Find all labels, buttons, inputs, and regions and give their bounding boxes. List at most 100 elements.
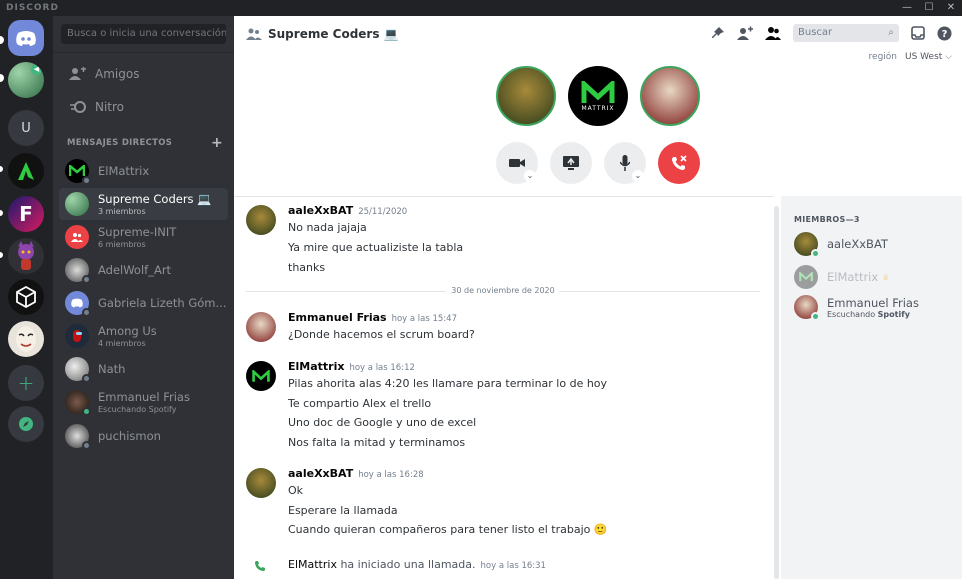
dm-item-among-us[interactable]: Among Us 4 miembros [59,320,228,352]
group-avatar [65,225,89,249]
call-participant-elmattrix[interactable]: MATTRIX [568,66,628,126]
call-participant-emmanuel[interactable] [640,66,700,126]
hang-up-button[interactable] [658,142,700,184]
member-elmattrix[interactable]: ElMattrix ♛ [794,265,889,289]
dm-item-elmattrix[interactable]: ElMattrix [59,155,228,187]
nitro-label: Nitro [95,100,125,114]
message-author[interactable]: aaleXxBAT [288,467,353,480]
speaker-icon: ◀ [31,64,42,75]
chevron-down-icon[interactable]: ⌄ [524,170,536,182]
divider [53,52,234,53]
message-timestamp: hoy a las 16:31 [480,561,546,571]
message-text: No nada jajaja [288,221,367,234]
create-dm-button[interactable]: + [211,136,223,150]
discord-logo-icon [71,298,83,308]
activity-app: Spotify [877,309,910,319]
channel-title: Supreme Coders 💻 [268,27,399,41]
activity-prefix: Escuchando [827,309,878,319]
chevron-down-icon[interactable]: ⌄ [632,170,644,182]
system-author[interactable]: ElMattrix [288,558,337,571]
friends-label: Amigos [95,67,140,81]
dm-item-gabriela[interactable]: Gabriela Lizeth Góm... [59,287,228,319]
minimize-button[interactable]: — [896,0,918,16]
message-list: aaleXxBAT 25/11/2020 No nada jajaja Ya mi… [234,196,774,579]
message-text: Cuando quieran compañeros para tener lis… [288,523,608,536]
maximize-button[interactable]: ☐ [918,0,940,16]
dm-name: Emmanuel Frias [98,390,190,404]
scrollbar[interactable] [774,206,779,579]
add-server-button[interactable]: + [8,365,44,401]
microphone-icon [620,155,630,171]
system-text: ha iniciado una llamada. [336,558,476,571]
crown-icon: ♛ [882,272,890,282]
message-author[interactable]: aaleXxBAT [288,204,353,217]
purple-character-server-icon[interactable] [8,238,44,274]
member-name: ElMattrix [827,270,879,284]
dm-item-nath[interactable]: Nath [59,353,228,385]
group-avatar [65,324,89,348]
nitro-icon [70,101,86,113]
avatar [65,258,91,284]
dm-item-adelwolf-art[interactable]: AdelWolf_Art [59,254,228,286]
home-selected-pip [0,36,4,44]
search-input[interactable]: Buscar ⌕ [793,24,899,42]
region-selector[interactable]: región US West ⌵ [869,52,952,62]
mute-button[interactable]: ⌄ [604,142,646,184]
pin-icon[interactable] [711,26,725,40]
date-divider-label: 30 de noviembre de 2020 [446,286,560,295]
inbox-icon[interactable] [911,26,925,40]
screen-share-button[interactable] [550,142,592,184]
region-value: US West [905,52,943,62]
dm-item-supreme-init[interactable]: Supreme-INIT 6 miembros [59,221,228,253]
chevron-down-icon: ⌵ [945,52,952,62]
region-label: región [868,52,897,62]
dm-search-input[interactable]: Busca o inicia una conversación [61,24,226,44]
unread-pip [0,166,3,172]
unity-server-icon[interactable] [8,279,44,315]
green-server-icon[interactable] [8,153,44,189]
member-list: MIEMBROS—3 aaleXxBAT ElMattrix ♛ Emmanue… [781,196,962,579]
friends-icon [69,67,86,80]
voice-server-icon[interactable]: ◀ [8,62,44,98]
message-author[interactable]: Emmanuel Frias [288,311,387,324]
f-server-icon[interactable]: F [8,196,44,232]
member-list-icon[interactable] [765,26,781,40]
nitro-nav[interactable]: Nitro [61,93,226,121]
mask-server-icon[interactable] [8,321,44,357]
message-text: Ok [288,484,304,497]
message-text: Uno doc de Google y uno de excel [288,416,477,429]
message-author[interactable]: ElMattrix [288,360,344,373]
explore-servers-button[interactable] [8,406,44,442]
discord-logo-icon [16,30,36,46]
member-aalexxbat[interactable]: aaleXxBAT [794,232,888,258]
avatar[interactable] [246,361,276,391]
message-text: ¿Donde hacemos el scrum board? [288,328,475,341]
dm-name: Among Us [98,324,157,338]
avatar[interactable] [246,205,276,235]
home-button[interactable] [8,20,44,56]
dm-item-puchismon[interactable]: puchismon [59,420,228,452]
server-u[interactable]: U [8,110,44,146]
member-emmanuel-frias[interactable]: Emmanuel Frias Escuchando Spotify [794,295,919,321]
message-timestamp: hoy a las 15:47 [391,314,457,324]
dm-item-emmanuel-frias[interactable]: Emmanuel Frias Escuchando Spotify [59,386,228,418]
dm-header-label: MENSAJES DIRECTOS [67,138,173,148]
add-friend-to-dm-icon[interactable] [737,26,753,40]
video-button[interactable]: ⌄ [496,142,538,184]
help-icon[interactable]: ? [937,26,952,41]
dm-sidebar: Busca o inicia una conversación Amigos N… [53,16,234,579]
dm-name: ElMattrix [98,164,150,178]
member-name: aaleXxBAT [827,237,888,251]
svg-text:?: ? [942,29,948,40]
call-participant-aalexxbat[interactable] [496,66,556,126]
dm-item-supreme-coders[interactable]: Supreme Coders 💻 3 miembros [59,188,228,220]
avatar[interactable] [246,468,276,498]
search-icon: ⌕ [888,27,894,38]
camera-icon [509,159,525,167]
friends-nav[interactable]: Amigos [61,60,226,88]
message-timestamp: 25/11/2020 [358,207,408,217]
avatar [794,265,818,289]
avatar[interactable] [246,312,276,342]
close-window-button[interactable]: ✕ [940,0,962,16]
message-text: Ya mire que actualiziste la tabla [288,241,464,254]
